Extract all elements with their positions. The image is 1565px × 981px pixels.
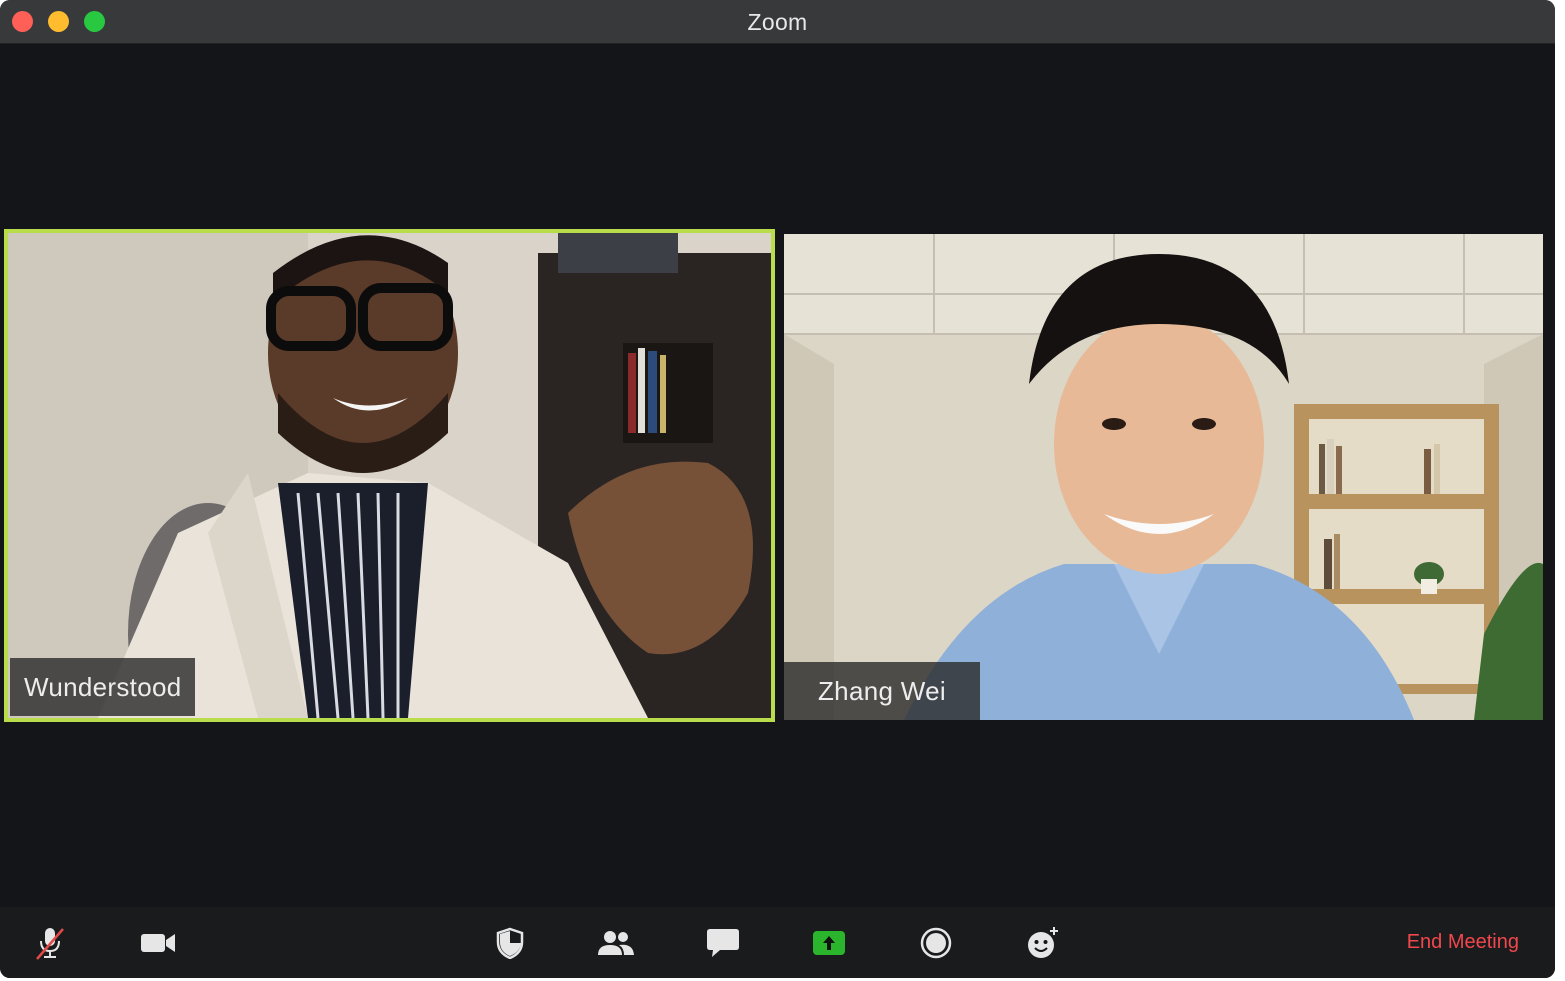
reactions-button[interactable] <box>1023 925 1063 961</box>
record-icon <box>920 927 952 959</box>
participant-video-tile[interactable]: Zhang Wei <box>784 234 1543 720</box>
participants-icon <box>598 931 634 955</box>
mute-button[interactable] <box>30 925 70 961</box>
stop-video-button[interactable] <box>138 925 178 961</box>
meeting-controls-toolbar: End Meeting <box>0 907 1555 978</box>
end-meeting-button[interactable]: End Meeting <box>1407 931 1519 954</box>
chat-icon <box>707 929 739 957</box>
security-button[interactable] <box>490 925 530 961</box>
reactions-icon <box>1028 927 1058 958</box>
participant-video-feed <box>8 233 771 718</box>
title-bar: Zoom <box>0 0 1555 44</box>
chat-button[interactable] <box>703 925 743 961</box>
share-screen-icon <box>813 931 845 955</box>
record-button[interactable] <box>916 925 956 961</box>
window-title: Zoom <box>747 9 808 35</box>
participant-name-label: Wunderstood <box>10 658 196 716</box>
security-shield-icon <box>496 927 524 959</box>
video-camera-icon <box>141 934 175 952</box>
microphone-muted-icon <box>36 928 64 960</box>
share-screen-button[interactable] <box>809 925 849 961</box>
participants-button[interactable] <box>596 925 636 961</box>
participant-video-feed <box>784 234 1543 720</box>
participant-video-tile-active[interactable]: Wunderstood <box>4 229 775 722</box>
participant-name-label: Zhang Wei <box>784 662 980 720</box>
zoom-window: Zoom Wunderstood Zhang Wei End Meeting <box>0 0 1555 978</box>
